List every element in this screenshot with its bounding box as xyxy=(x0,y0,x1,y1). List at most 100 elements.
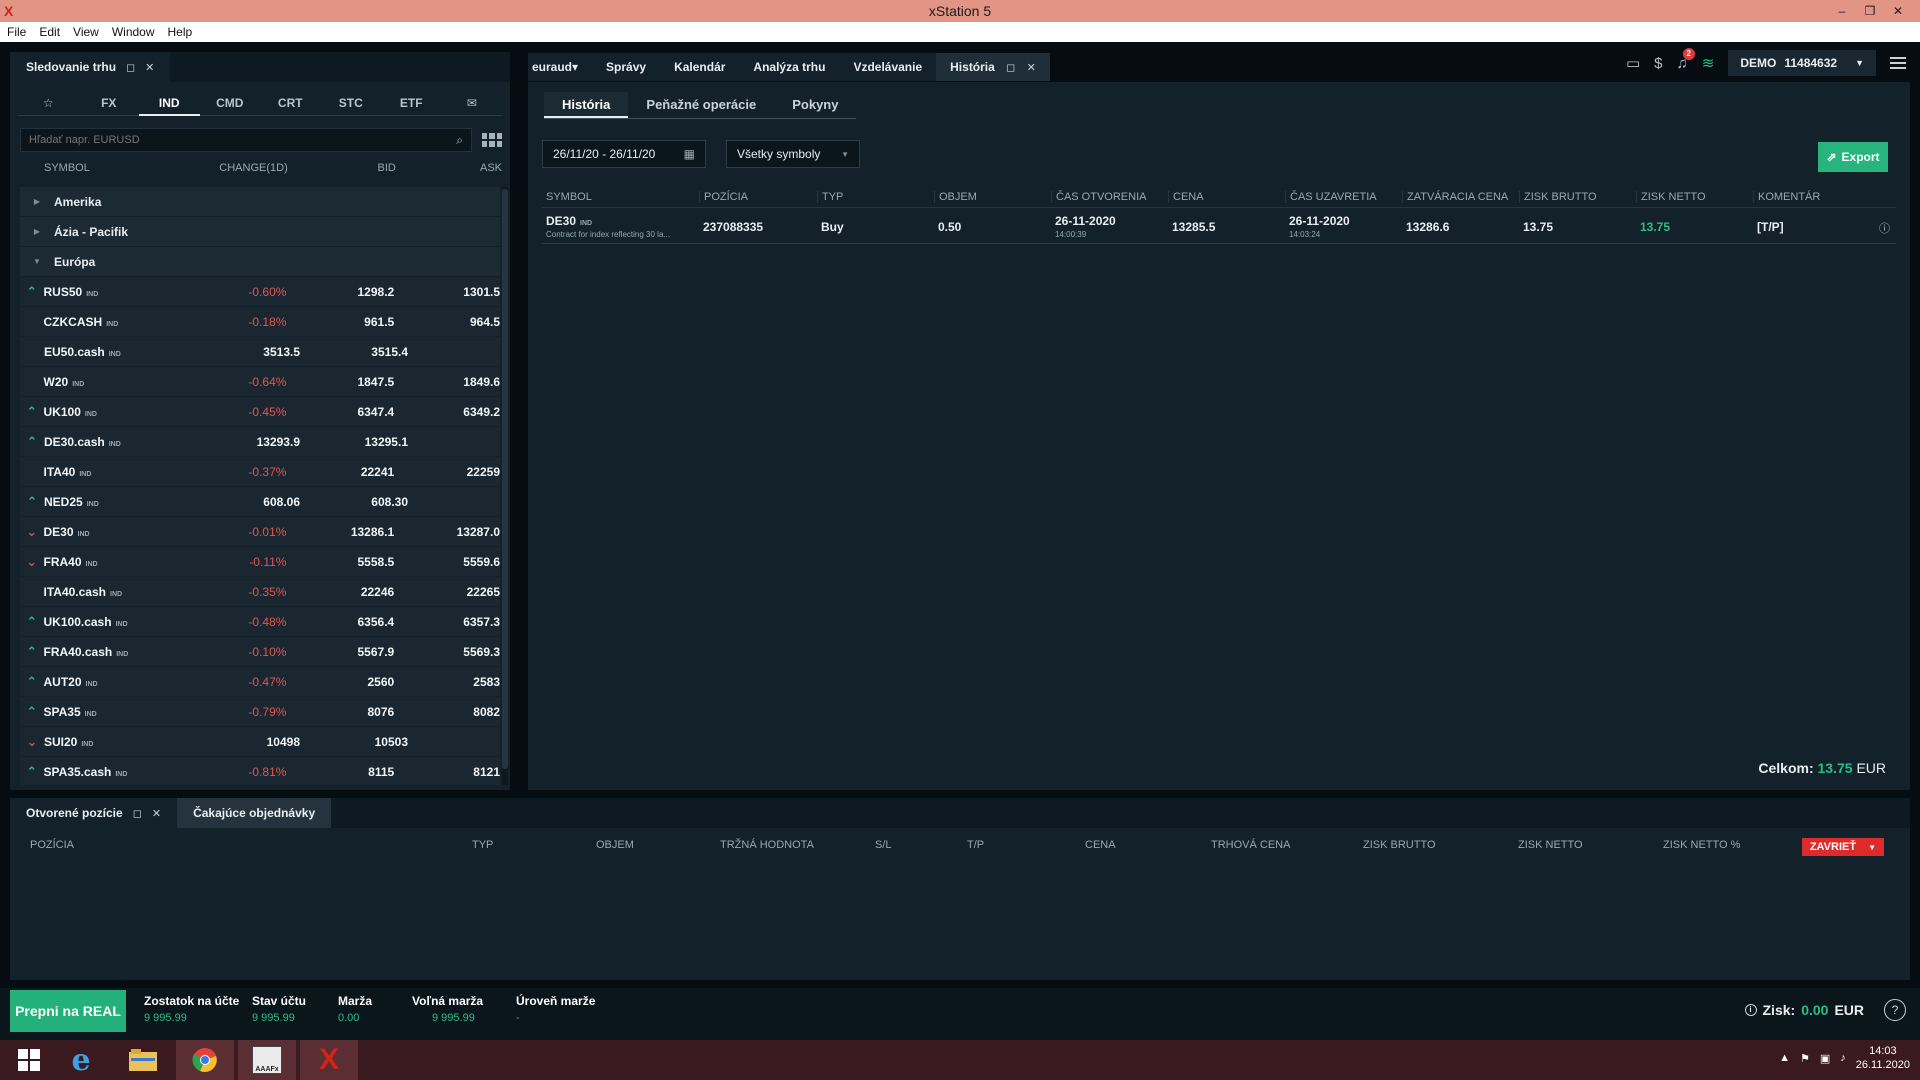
column-trzna-hodnota[interactable]: TRŽNÁ HODNOTA xyxy=(720,839,875,851)
quote-row[interactable]: ITA40.cash IND -0.35% 22246 22265 xyxy=(20,577,500,606)
column-cena[interactable]: CENA xyxy=(1085,839,1211,851)
export-button[interactable]: ⇗ Export xyxy=(1818,142,1888,172)
quote-row[interactable]: ⌄ FRA40 IND -0.11% 5558.5 5559.6 xyxy=(20,547,500,576)
close-tab-icon[interactable]: ✕ xyxy=(152,807,161,820)
category-fx[interactable]: FX xyxy=(79,90,140,116)
quote-row[interactable]: W20 IND -0.64% 1847.5 1849.6 xyxy=(20,367,500,396)
column-bid[interactable]: BID xyxy=(288,162,396,174)
date-range-picker[interactable]: 26/11/20 - 26/11/20 ▦ xyxy=(542,140,706,168)
column-cas-otvorenia[interactable]: ČAS OTVORENIA xyxy=(1051,190,1168,203)
start-button[interactable] xyxy=(0,1040,58,1080)
quote-row[interactable]: ⌃ RUS50 IND -0.60% 1298.2 1301.5 xyxy=(20,277,500,306)
quote-bid[interactable]: 13286.1 xyxy=(286,525,394,539)
quote-bid[interactable]: 8076 xyxy=(286,705,395,719)
symbol-search-input[interactable] xyxy=(29,134,429,146)
quote-bid[interactable]: 8115 xyxy=(286,765,394,779)
quote-ask[interactable]: 964.5 xyxy=(394,315,500,329)
close-window-button[interactable]: ✕ xyxy=(1884,0,1912,22)
column-tp[interactable]: T/P xyxy=(967,839,1085,851)
quote-row[interactable]: ITA40 IND -0.37% 22241 22259 xyxy=(20,457,500,486)
column-typ[interactable]: TYP xyxy=(472,839,596,851)
account-selector[interactable]: DEMO 11484632 ▼ xyxy=(1728,50,1876,76)
nav-kalendar[interactable]: Kalendár xyxy=(660,53,739,81)
close-all-button[interactable]: ZAVRIEŤ ▼ xyxy=(1801,838,1884,856)
column-zisk-netto-percent[interactable]: ZISK NETTO % xyxy=(1663,839,1783,851)
clock[interactable]: 14:03 26.11.2020 xyxy=(1856,1044,1910,1072)
column-change[interactable]: CHANGE(1D) xyxy=(188,162,287,174)
category-cmd[interactable]: CMD xyxy=(200,90,261,116)
menu-file[interactable]: File xyxy=(7,25,26,39)
tab-pending-orders[interactable]: Čakajúce objednávky xyxy=(177,798,332,828)
column-trhova-cena[interactable]: TRHOVÁ CENA xyxy=(1211,839,1363,851)
group-row-europa[interactable]: ▼ Európa xyxy=(20,247,500,276)
column-objem[interactable]: OBJEM xyxy=(934,190,1051,203)
flag-icon[interactable]: ⚑ xyxy=(1800,1052,1810,1065)
quote-ask[interactable]: 22259 xyxy=(394,465,500,479)
search-icon[interactable]: ⌕ xyxy=(456,133,463,148)
group-row-azia-pacifik[interactable]: ▶ Ázia - Pacifik xyxy=(20,217,500,246)
bell-icon[interactable]: ♫ 2 xyxy=(1677,47,1695,72)
column-symbol[interactable]: SYMBOL xyxy=(542,191,699,203)
nav-analyza-trhu[interactable]: Analýza trhu xyxy=(739,53,839,81)
detach-icon[interactable]: ◻ xyxy=(1006,62,1015,74)
quote-ask[interactable]: 13287.0 xyxy=(394,525,500,539)
column-symbol[interactable]: SYMBOL xyxy=(20,162,188,174)
quote-row[interactable]: ⌃ FRA40.cash IND -0.10% 5567.9 5569.3 xyxy=(20,637,500,666)
tab-open-positions[interactable]: Otvorené pozície ◻ ✕ xyxy=(10,798,178,828)
minimize-button[interactable]: – xyxy=(1828,0,1856,22)
quote-bid[interactable]: 2560 xyxy=(286,675,395,689)
quote-ask[interactable]: 5559.6 xyxy=(394,555,500,569)
grid-view-icon[interactable] xyxy=(482,133,502,147)
quote-list-scrollbar[interactable] xyxy=(502,187,508,785)
subtab-penazne-operacie[interactable]: Peňažné operácie xyxy=(628,92,774,118)
quote-ask[interactable]: 22265 xyxy=(394,585,500,599)
info-icon[interactable]: ⓘ xyxy=(1879,220,1890,236)
xstation-taskbar-icon[interactable]: X xyxy=(300,1040,358,1080)
quote-row[interactable]: ⌃ AUT20 IND -0.47% 2560 2583 xyxy=(20,667,500,696)
quote-row[interactable]: ⌃ UK100.cash IND -0.48% 6356.4 6357.3 xyxy=(20,607,500,636)
nav-spravy[interactable]: Správy xyxy=(592,53,660,81)
menu-view[interactable]: View xyxy=(73,25,99,39)
quote-bid[interactable]: 608.06 xyxy=(190,495,300,509)
quote-bid[interactable]: 3513.5 xyxy=(190,345,300,359)
menu-edit[interactable]: Edit xyxy=(39,25,60,39)
quote-row[interactable]: EU50.cashIND+0.02%3513.53515.4 xyxy=(20,337,500,366)
quote-ask[interactable]: 5569.3 xyxy=(394,645,500,659)
quote-row[interactable]: CZKCASH IND -0.18% 961.5 964.5 xyxy=(20,307,500,336)
close-tab-icon[interactable]: ✕ xyxy=(145,61,154,74)
nav-vzdelavanie[interactable]: Vzdelávanie xyxy=(839,53,936,81)
layout-icon[interactable]: ▭ xyxy=(1626,54,1640,72)
chrome-icon[interactable] xyxy=(176,1040,234,1080)
category-favorites-star-icon[interactable]: ☆ xyxy=(18,90,79,116)
network-icon[interactable]: ▣ xyxy=(1820,1052,1830,1065)
column-komentar[interactable]: KOMENTÁR xyxy=(1753,190,1892,203)
column-sl[interactable]: S/L xyxy=(875,839,967,851)
quote-bid[interactable]: 1298.2 xyxy=(286,285,395,299)
quote-ask[interactable]: 10503 xyxy=(300,735,408,749)
quote-ask[interactable]: 8082 xyxy=(394,705,500,719)
quote-bid[interactable]: 1847.5 xyxy=(286,375,395,389)
quote-bid[interactable]: 5567.9 xyxy=(286,645,395,659)
quote-bid[interactable]: 6347.4 xyxy=(286,405,395,419)
switch-to-real-button[interactable]: Prepni na REAL xyxy=(10,990,126,1032)
quote-row[interactable]: ⌄SUI20IND+0.13%1049810503 xyxy=(20,727,500,756)
column-zisk-brutto[interactable]: ZISK BRUTTO xyxy=(1363,839,1518,851)
nav-symbol-selector[interactable]: euraud▾ xyxy=(528,53,592,81)
column-zisk-brutto[interactable]: ZISK BRUTTO xyxy=(1519,190,1636,203)
subtab-historia[interactable]: História xyxy=(544,92,629,118)
column-typ[interactable]: TYP xyxy=(817,190,934,203)
quote-row[interactable]: ⌃ SPA35.cash IND -0.81% 8115 8121 xyxy=(20,757,500,785)
quote-ask[interactable]: 8121 xyxy=(394,765,500,779)
symbol-filter-select[interactable]: Všetky symboly ▼ xyxy=(726,140,860,168)
nav-historia[interactable]: História ◻ ✕ xyxy=(936,53,1050,81)
column-cas-uzavretia[interactable]: ČAS UZAVRETIA xyxy=(1285,190,1402,203)
quote-ask[interactable]: 608.30 xyxy=(300,495,408,509)
quote-row[interactable]: ⌃NED25IND+0.32%608.06608.30 xyxy=(20,487,500,516)
column-objem[interactable]: OBJEM xyxy=(596,839,720,851)
close-tab-icon[interactable]: ✕ xyxy=(1027,62,1036,74)
column-zisk-netto[interactable]: ZISK NETTO xyxy=(1636,190,1753,203)
column-pozicia[interactable]: POZÍCIA xyxy=(699,190,817,203)
detach-icon[interactable]: ◻ xyxy=(133,807,142,820)
category-inbox-icon[interactable]: ✉ xyxy=(442,90,503,116)
table-row[interactable]: DE30 IND Contract for index reflecting 30… xyxy=(542,210,1896,244)
